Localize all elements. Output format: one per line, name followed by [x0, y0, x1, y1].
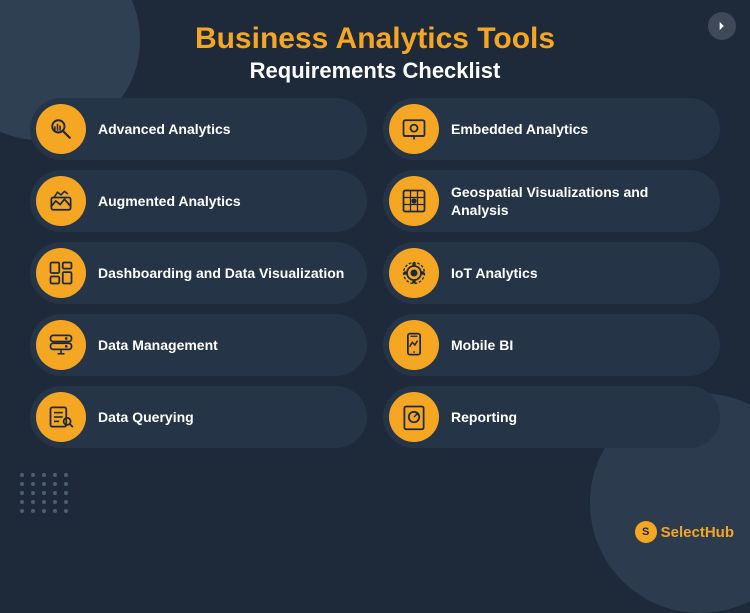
page-header: Business Analytics Tools Requirements Ch… — [0, 0, 750, 98]
card-iot-analytics[interactable]: IoT Analytics — [383, 242, 720, 304]
card-geospatial[interactable]: Geospatial Visualizations and Analysis — [383, 170, 720, 232]
selecthub-logo: S SelectHub — [635, 521, 734, 543]
card-dashboarding[interactable]: Dashboarding and Data Visualization — [30, 242, 367, 304]
logo-text: SelectHub — [661, 524, 734, 541]
data-management-icon — [36, 320, 86, 370]
logo-text-yellow: Hub — [705, 524, 734, 541]
embedded-analytics-label: Embedded Analytics — [451, 120, 588, 138]
card-data-querying[interactable]: Data Querying — [30, 386, 367, 448]
dashboarding-label: Dashboarding and Data Visualization — [98, 264, 344, 282]
card-augmented-analytics[interactable]: Augmented Analytics — [30, 170, 367, 232]
dot-grid-decoration — [20, 473, 70, 513]
geospatial-label: Geospatial Visualizations and Analysis — [451, 183, 706, 219]
iot-analytics-icon — [389, 248, 439, 298]
mobile-bi-label: Mobile BI — [451, 336, 513, 354]
card-embedded-analytics[interactable]: Embedded Analytics — [383, 98, 720, 160]
card-data-management[interactable]: Data Management — [30, 314, 367, 376]
logo-icon: S — [635, 521, 657, 543]
advanced-analytics-label: Advanced Analytics — [98, 120, 231, 138]
augmented-analytics-icon — [36, 176, 86, 226]
logo-text-white: Select — [661, 524, 705, 541]
geospatial-icon — [389, 176, 439, 226]
mobile-bi-icon — [389, 320, 439, 370]
reporting-label: Reporting — [451, 408, 517, 426]
cards-grid: Advanced Analytics Embedded Analytics Au… — [0, 98, 750, 448]
augmented-analytics-label: Augmented Analytics — [98, 192, 241, 210]
iot-analytics-label: IoT Analytics — [451, 264, 538, 282]
data-querying-label: Data Querying — [98, 408, 194, 426]
card-reporting[interactable]: Reporting — [383, 386, 720, 448]
data-querying-icon — [36, 392, 86, 442]
embedded-analytics-icon — [389, 104, 439, 154]
page-subtitle: Requirements Checklist — [20, 58, 730, 84]
dashboarding-icon — [36, 248, 86, 298]
page-title: Business Analytics Tools — [20, 22, 730, 56]
advanced-analytics-icon — [36, 104, 86, 154]
reporting-icon — [389, 392, 439, 442]
card-advanced-analytics[interactable]: Advanced Analytics — [30, 98, 367, 160]
data-management-label: Data Management — [98, 336, 218, 354]
card-mobile-bi[interactable]: Mobile BI — [383, 314, 720, 376]
